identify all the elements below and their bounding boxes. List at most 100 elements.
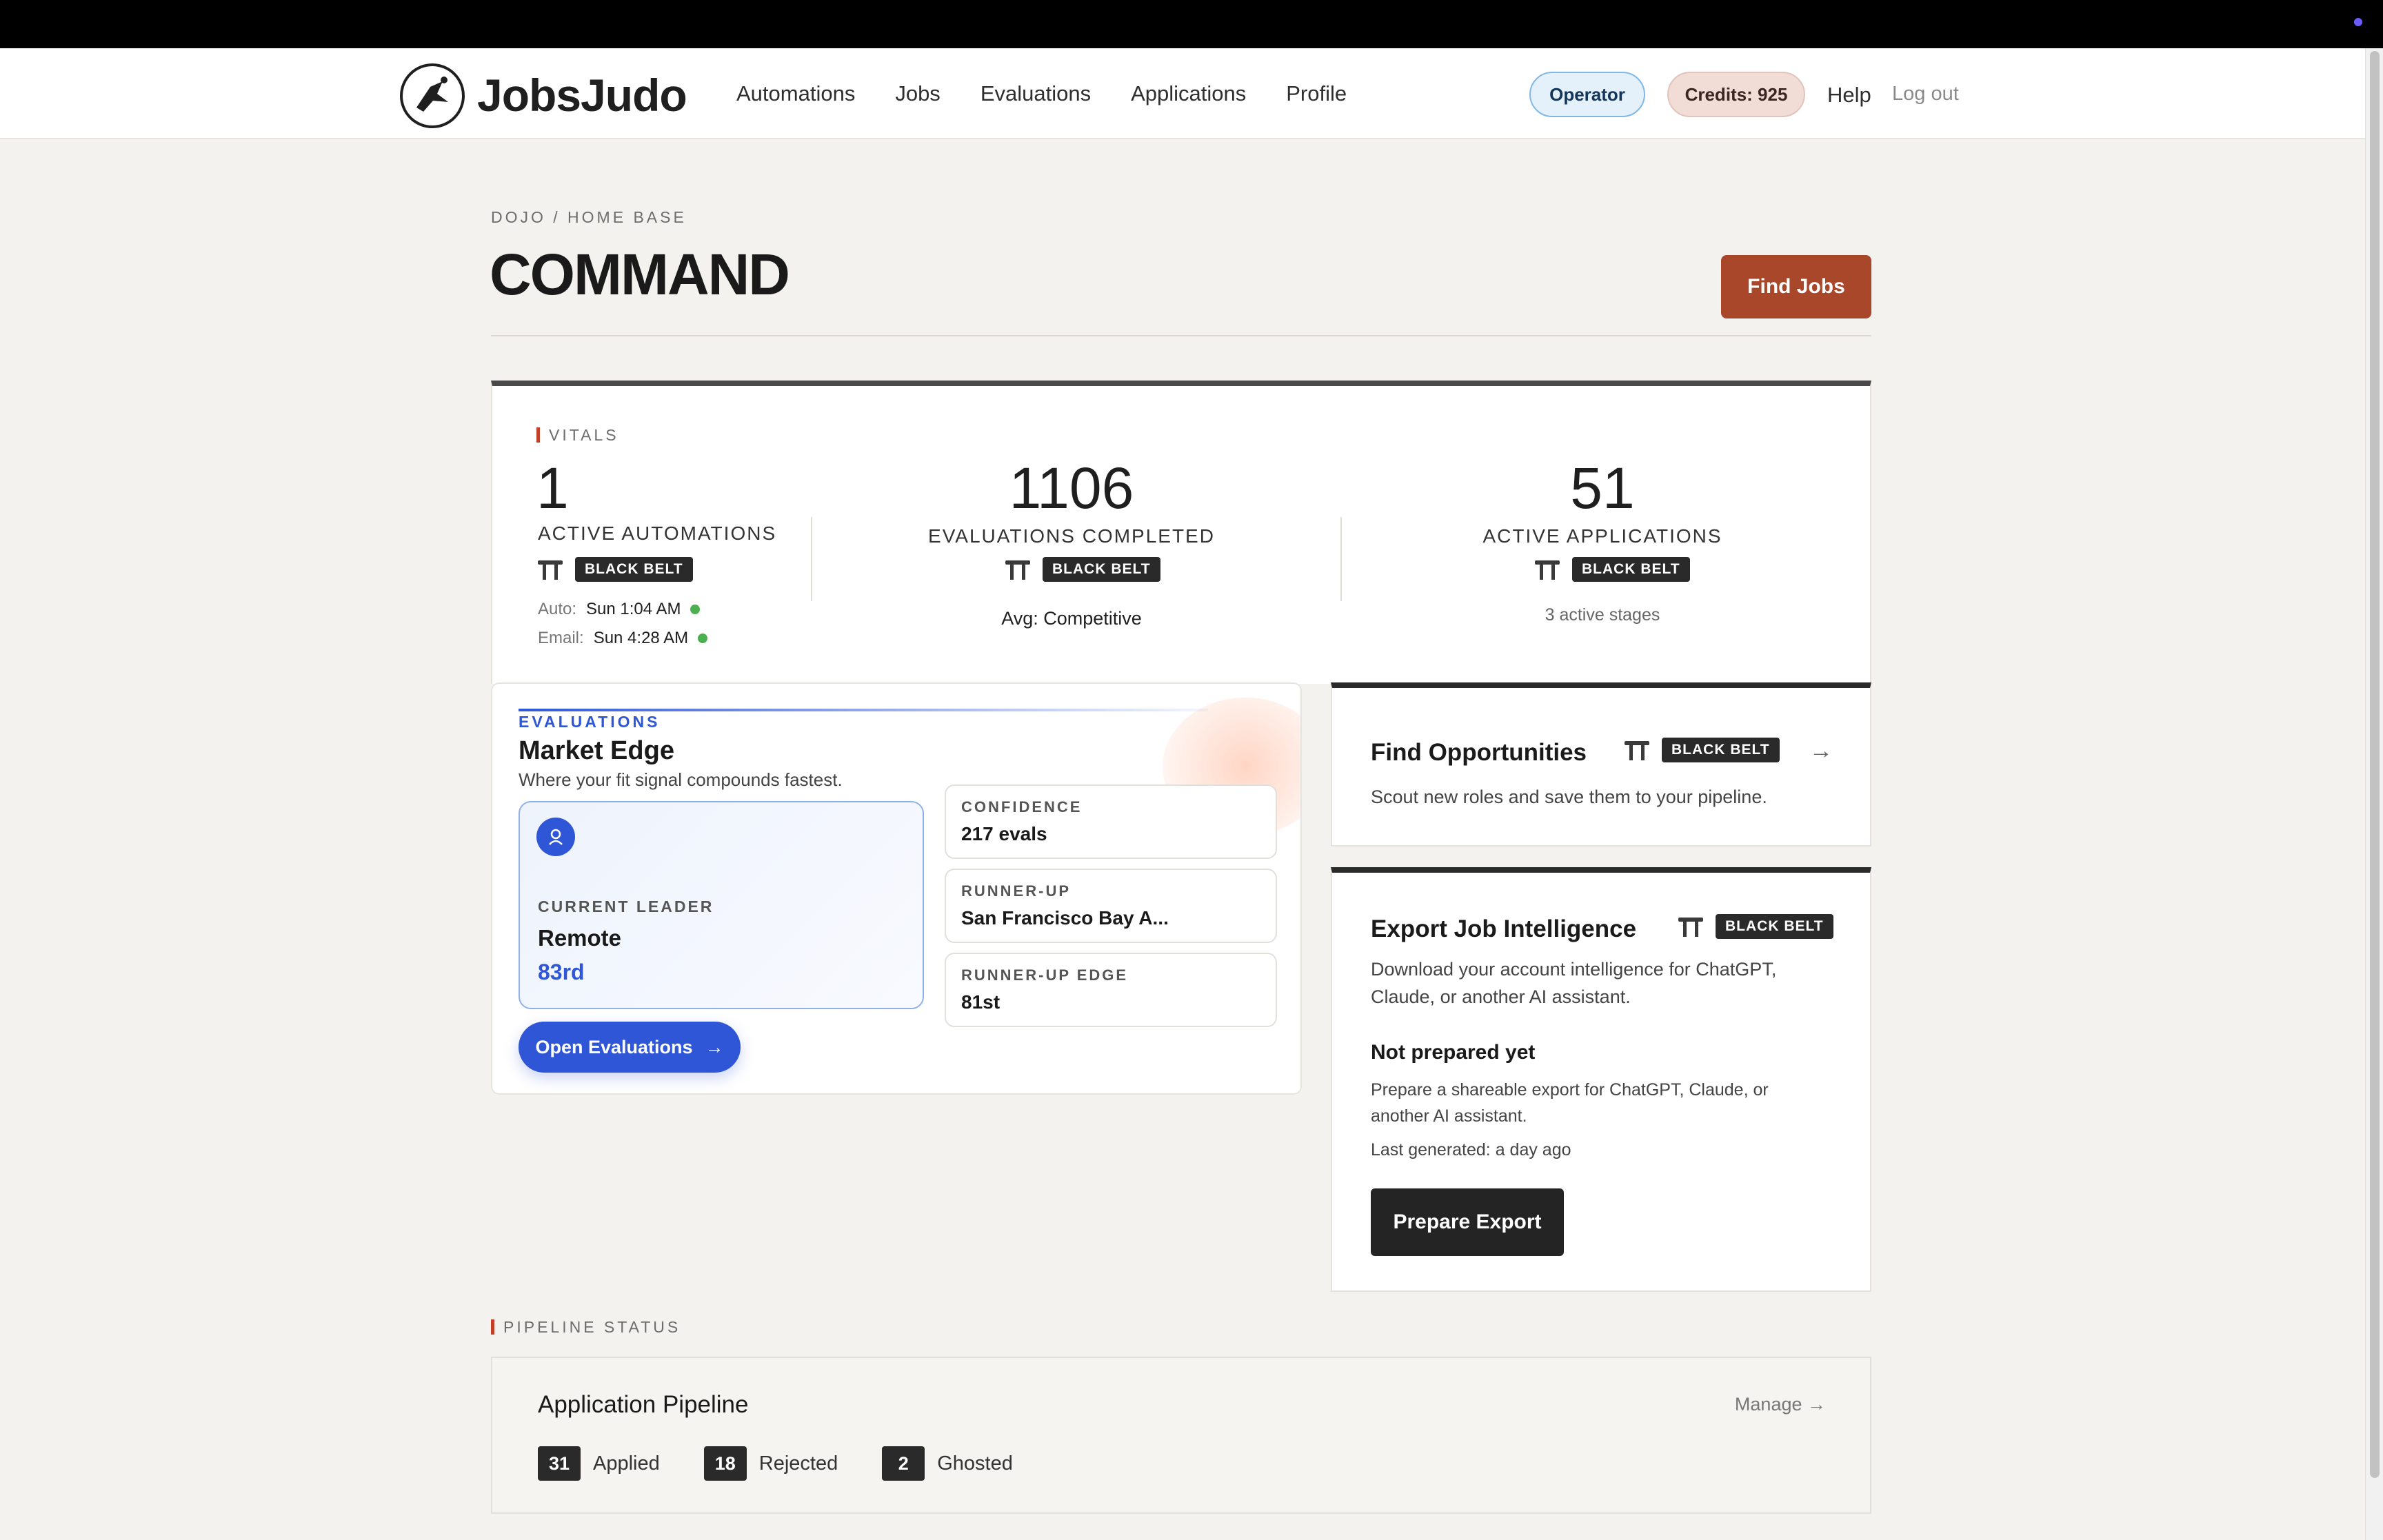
open-evaluations-label: Open Evaluations <box>535 1036 693 1057</box>
breadcrumb: DOJO / HOME BASE <box>491 208 687 226</box>
applications-belt: BLACK BELT <box>1535 557 1690 582</box>
export-belt: BLACK BELT <box>1678 914 1833 939</box>
current-leader-label: CURRENT LEADER <box>538 898 714 915</box>
find-opportunities-belt: BLACK BELT <box>1625 738 1780 762</box>
market-edge-subtitle: Where your fit signal compounds fastest. <box>519 769 843 790</box>
email-key: Email: <box>538 629 584 647</box>
evaluations-completed-label: EVALUATIONS COMPLETED <box>928 525 1215 547</box>
market-edge-title: Market Edge <box>519 736 674 765</box>
accent-line <box>519 709 1208 711</box>
evaluations-completed-value: 1106 <box>1009 456 1134 520</box>
application-pipeline-card: Application Pipeline Manage → 31 Applied… <box>491 1357 1871 1514</box>
email-value: Sun 4:28 AM <box>593 629 689 647</box>
ghosted-count: 2 <box>882 1446 925 1481</box>
nav-applications[interactable]: Applications <box>1131 81 1246 106</box>
runner-up-edge-tile: RUNNER-UP EDGE 81st <box>945 953 1277 1027</box>
market-edge-card: EVALUATIONS Market Edge Where your fit s… <box>491 682 1302 1095</box>
runner-up-edge-value: 81st <box>961 991 1001 1013</box>
find-jobs-button[interactable]: Find Jobs <box>1721 255 1871 318</box>
nav-automations[interactable]: Automations <box>736 81 855 106</box>
app-logo-text[interactable]: JobsJudo <box>477 69 687 121</box>
current-leader-rank: 83rd <box>538 960 585 984</box>
confidence-label: CONFIDENCE <box>961 798 1083 815</box>
pipeline-counts: 31 Applied 18 Rejected 2 Ghosted <box>538 1446 1013 1481</box>
export-status-desc-line1: Prepare a shareable export for ChatGPT, … <box>1371 1080 1769 1100</box>
open-evaluations-button[interactable]: Open Evaluations → <box>519 1022 741 1073</box>
evaluations-kicker: EVALUATIONS <box>519 713 661 731</box>
rejected-count: 18 <box>703 1446 747 1481</box>
evaluations-average: Avg: Competitive <box>1001 608 1142 629</box>
pipeline-ghosted[interactable]: 2 Ghosted <box>882 1446 1013 1481</box>
active-automations-value: 1 <box>536 456 569 520</box>
belt-badge: BLACK BELT <box>1043 557 1160 582</box>
active-automations-label: ACTIVE AUTOMATIONS <box>538 523 777 544</box>
vitals-label: VITALS <box>536 426 619 445</box>
torii-icon <box>1535 559 1560 580</box>
belt-badge: BLACK BELT <box>1572 557 1690 582</box>
system-top-bar <box>0 0 2383 48</box>
pipeline-title: Application Pipeline <box>538 1391 749 1418</box>
status-dot-icon <box>2354 18 2362 26</box>
applied-count: 31 <box>538 1446 581 1481</box>
header-divider <box>491 335 1871 336</box>
active-stages-text: 3 active stages <box>1545 605 1660 625</box>
scrollbar-thumb[interactable] <box>2370 51 2380 1478</box>
nav-profile[interactable]: Profile <box>1286 81 1347 106</box>
runner-up-edge-label: RUNNER-UP EDGE <box>961 966 1129 984</box>
vitals-divider <box>811 517 812 601</box>
status-online-icon <box>690 605 701 614</box>
runner-up-value: San Francisco Bay A... <box>961 907 1169 929</box>
current-leader-panel: CURRENT LEADER Remote 83rd <box>519 801 924 1009</box>
auto-value: Sun 1:04 AM <box>586 600 681 618</box>
vitals-divider <box>1340 517 1342 601</box>
evaluations-belt: BLACK BELT <box>1005 557 1160 582</box>
current-leader-location: Remote <box>538 925 622 951</box>
manage-link[interactable]: Manage → <box>1735 1394 1826 1415</box>
export-desc-line1: Download your account intelligence for C… <box>1371 959 1777 980</box>
belt-badge: BLACK BELT <box>1716 914 1833 939</box>
location-pin-icon <box>536 818 575 856</box>
arrow-right-icon[interactable]: → <box>1809 738 1833 764</box>
confidence-value: 217 evals <box>961 823 1047 844</box>
jobsjudo-logo-icon[interactable] <box>400 63 465 128</box>
active-applications-label: ACTIVE APPLICATIONS <box>1482 525 1722 547</box>
credits-chip[interactable]: Credits: 925 <box>1667 72 1805 117</box>
pipeline-status-label: PIPELINE STATUS <box>491 1318 681 1337</box>
page-scrollbar[interactable] <box>2365 48 2383 1540</box>
torii-icon <box>1005 559 1030 580</box>
torii-icon <box>1625 740 1649 760</box>
operator-chip[interactable]: Operator <box>1529 72 1645 117</box>
ghosted-label: Ghosted <box>937 1452 1013 1475</box>
navbar: JobsJudo Automations Jobs Evaluations Ap… <box>0 48 2365 139</box>
auto-key: Auto: <box>538 600 577 618</box>
torii-icon <box>538 559 563 580</box>
logout-link[interactable]: Log out <box>1892 83 1959 105</box>
export-desc-line2: Claude, or another AI assistant. <box>1371 986 1631 1007</box>
export-last-generated: Last generated: a day ago <box>1371 1140 1571 1159</box>
arrow-right-icon: → <box>705 1036 724 1057</box>
export-status-desc-line2: another AI assistant. <box>1371 1106 1527 1126</box>
find-opportunities-desc: Scout new roles and save them to your pi… <box>1371 787 1767 807</box>
rejected-label: Rejected <box>758 1452 838 1475</box>
pipeline-applied[interactable]: 31 Applied <box>538 1446 660 1481</box>
pipeline-rejected[interactable]: 18 Rejected <box>703 1446 838 1481</box>
prepare-export-button[interactable]: Prepare Export <box>1371 1188 1564 1256</box>
export-intelligence-card: Export Job Intelligence BLACK BELT Downl… <box>1331 867 1871 1292</box>
vitals-panel: VITALS 1 ACTIVE AUTOMATIONS BLACK BELT A… <box>491 381 1871 684</box>
status-online-icon <box>698 634 708 643</box>
auto-schedule-row: Auto: Sun 1:04 AM <box>538 600 701 619</box>
nav-evaluations[interactable]: Evaluations <box>981 81 1091 106</box>
find-opportunities-title: Find Opportunities <box>1371 739 1587 766</box>
active-applications-value: 51 <box>1570 456 1635 520</box>
runner-up-tile: RUNNER-UP San Francisco Bay A... <box>945 869 1277 943</box>
export-status-title: Not prepared yet <box>1371 1041 1536 1064</box>
help-link[interactable]: Help <box>1827 83 1871 108</box>
find-opportunities-card[interactable]: Find Opportunities BLACK BELT → Scout ne… <box>1331 682 1871 847</box>
torii-icon <box>1678 916 1703 937</box>
nav-jobs[interactable]: Jobs <box>895 81 940 106</box>
page-title: COMMAND <box>490 242 790 307</box>
email-schedule-row: Email: Sun 4:28 AM <box>538 629 708 648</box>
applied-label: Applied <box>593 1452 660 1475</box>
automations-belt: BLACK BELT <box>538 557 693 582</box>
belt-badge: BLACK BELT <box>575 557 693 582</box>
